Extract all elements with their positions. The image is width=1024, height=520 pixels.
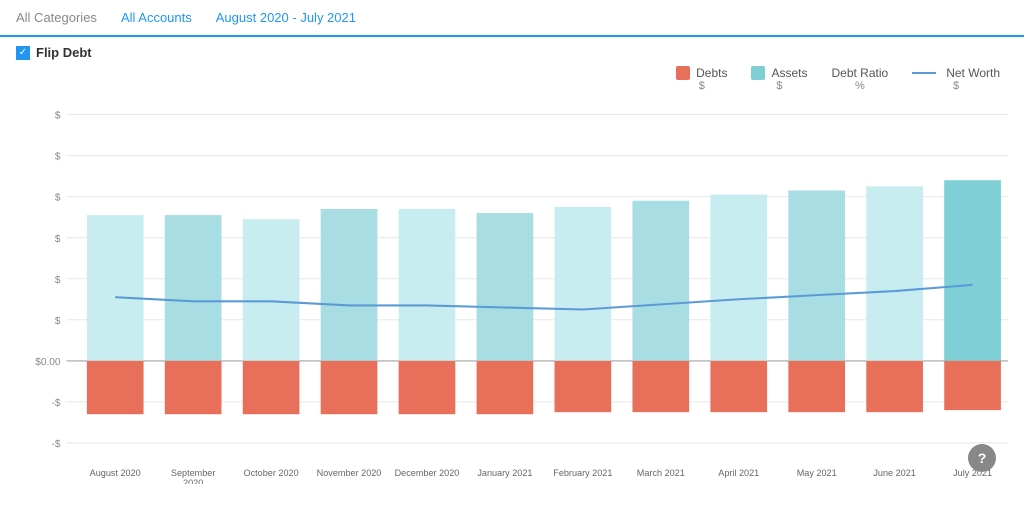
bar-chart-svg: $ $ $ $ $ $ $0.00 -$ -$ <box>16 94 1008 484</box>
legend-row: Debts $ Assets $ Debt Ratio % Net Worth … <box>16 66 1008 92</box>
asset-bar-nov2020 <box>321 209 378 361</box>
svg-text:-$: -$ <box>52 398 61 409</box>
debt-bar-feb2021 <box>555 361 612 412</box>
debt-ratio-sub: % <box>855 80 865 92</box>
svg-text:2020: 2020 <box>183 478 203 484</box>
svg-text:June 2021: June 2021 <box>873 468 915 478</box>
svg-text:$: $ <box>55 234 61 245</box>
svg-text:March 2021: March 2021 <box>637 468 685 478</box>
debts-color-icon <box>676 66 690 80</box>
debt-bar-apr2021 <box>710 361 767 412</box>
assets-label: Assets <box>771 66 807 80</box>
flip-debt-label: Flip Debt <box>36 45 92 60</box>
net-worth-label: Net Worth <box>946 66 1000 80</box>
debt-bar-nov2020 <box>321 361 378 414</box>
top-bar-date-range[interactable]: August 2020 - July 2021 <box>204 6 368 29</box>
svg-text:$: $ <box>55 152 61 163</box>
assets-color-icon <box>751 66 765 80</box>
assets-sub: $ <box>776 80 782 92</box>
asset-bar-sep2020 <box>165 215 222 361</box>
debt-bar-mar2021 <box>632 361 689 412</box>
debt-bar-sep2020 <box>165 361 222 414</box>
asset-bar-may2021 <box>788 190 845 360</box>
legend-assets: Assets $ <box>751 66 807 92</box>
legend-net-worth: Net Worth $ <box>912 66 1000 92</box>
svg-text:$: $ <box>55 275 61 286</box>
legend-debt-ratio: Debt Ratio % <box>832 66 889 92</box>
debt-bar-aug2020 <box>87 361 144 414</box>
debt-bar-jun2021 <box>866 361 923 412</box>
asset-bar-aug2020 <box>87 215 144 361</box>
svg-text:October 2020: October 2020 <box>244 468 299 478</box>
debts-label: Debts <box>696 66 727 80</box>
flip-debt-row: Flip Debt <box>16 45 1008 60</box>
asset-bar-apr2021 <box>710 195 767 361</box>
debt-bar-jan2021 <box>477 361 534 414</box>
asset-bar-dec2020 <box>399 209 456 361</box>
svg-text:August 2020: August 2020 <box>90 468 141 478</box>
svg-text:November 2020: November 2020 <box>317 468 382 478</box>
asset-bar-jul2021 <box>944 180 1001 361</box>
flip-debt-checkbox[interactable] <box>16 46 30 60</box>
chart-container: Flip Debt Debts $ Assets $ Debt Ratio % <box>0 37 1024 484</box>
svg-text:$: $ <box>55 316 61 327</box>
debt-bar-oct2020 <box>243 361 300 414</box>
help-button[interactable]: ? <box>968 444 996 472</box>
net-worth-sub: $ <box>953 80 959 92</box>
debt-bar-jul2021 <box>944 361 1001 410</box>
svg-text:$0.00: $0.00 <box>35 357 61 368</box>
asset-bar-oct2020 <box>243 219 300 361</box>
svg-text:February 2021: February 2021 <box>553 468 612 478</box>
debt-bar-dec2020 <box>399 361 456 414</box>
asset-bar-mar2021 <box>632 201 689 361</box>
top-bar: All Categories All Accounts August 2020 … <box>0 0 1024 37</box>
legend-debts: Debts $ <box>676 66 727 92</box>
svg-text:$: $ <box>55 193 61 204</box>
top-bar-all-accounts[interactable]: All Accounts <box>109 6 204 29</box>
svg-text:-$: -$ <box>52 439 61 450</box>
svg-text:January 2021: January 2021 <box>477 468 532 478</box>
debts-sub: $ <box>699 80 705 92</box>
debt-bar-may2021 <box>788 361 845 412</box>
chart-area: $ $ $ $ $ $ $0.00 -$ -$ <box>16 94 1008 484</box>
svg-text:September: September <box>171 468 215 478</box>
asset-bar-jun2021 <box>866 186 923 360</box>
debt-ratio-label: Debt Ratio <box>832 66 889 80</box>
svg-text:$: $ <box>55 111 61 122</box>
asset-bar-feb2021 <box>555 207 612 361</box>
svg-text:April 2021: April 2021 <box>718 468 759 478</box>
asset-bar-jan2021 <box>477 213 534 361</box>
top-bar-all-categories[interactable]: All Categories <box>16 6 109 29</box>
svg-text:December 2020: December 2020 <box>395 468 460 478</box>
net-worth-line-icon <box>912 72 936 74</box>
svg-text:May 2021: May 2021 <box>797 468 837 478</box>
